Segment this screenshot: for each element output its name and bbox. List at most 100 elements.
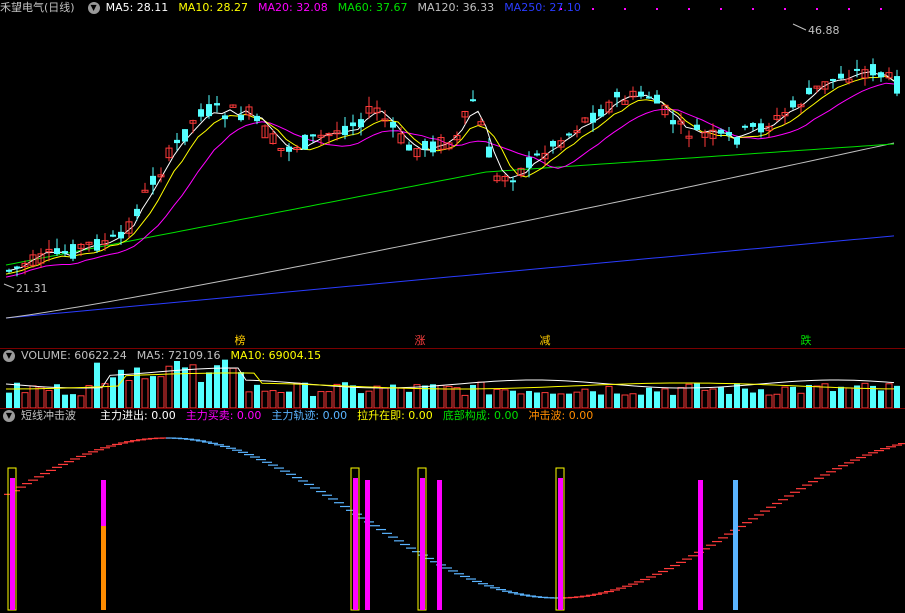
candle-body — [654, 94, 660, 104]
signal-bar — [101, 526, 106, 610]
volume-ma10-label: MA10: 69004.15 — [230, 349, 322, 362]
volume-bar — [614, 393, 620, 408]
volume-bar — [726, 393, 732, 408]
low-price-label: 21.31 — [16, 282, 48, 295]
signal-bar — [437, 480, 442, 610]
candle-body — [310, 134, 316, 137]
volume-bar — [333, 383, 341, 408]
volume-bar — [6, 392, 12, 408]
oscillator-chart-pane[interactable]: ▼ 短线冲击波 主力进出: 0.00 主力买卖: 0.00 主力轨迹: 0.00… — [0, 408, 905, 613]
volume-bar — [566, 393, 572, 408]
price-chart-pane[interactable]: 46.88 21.31 榜 涨 减 跌 禾望电气(日线) ▼ MA5: 28.11 MA1… — [0, 0, 905, 348]
candle-body — [742, 125, 748, 128]
volume-bar — [830, 391, 836, 408]
candle-body — [510, 180, 516, 183]
volume-bar — [661, 388, 669, 408]
candle-body — [566, 133, 572, 136]
volume-bar — [174, 361, 180, 408]
candle-body — [54, 248, 60, 254]
chevron-down-icon[interactable]: ▼ — [3, 410, 15, 422]
candle-body — [422, 140, 428, 150]
volume-bar — [358, 393, 364, 408]
volume-bar — [590, 391, 596, 408]
volume-chart-pane[interactable]: ▼ VOLUME: 60622.24 MA5: 72109.16 MA10: 6… — [0, 348, 905, 408]
volume-bar — [477, 381, 485, 408]
candle-body — [118, 231, 124, 239]
volume-bar — [734, 383, 740, 408]
chevron-down-icon[interactable]: ▼ — [3, 350, 15, 362]
candle-body — [430, 141, 436, 153]
candle-body — [726, 132, 732, 136]
candle-body — [614, 91, 620, 98]
volume-bar — [621, 394, 629, 408]
volume-bar — [269, 390, 277, 408]
signal-bar — [353, 478, 358, 610]
signal-marker: 减 — [540, 334, 551, 347]
volume-bar — [813, 385, 821, 408]
volume-bar — [493, 388, 501, 408]
volume-label: VOLUME: 60622.24 — [21, 349, 127, 362]
main-track-label: 主力轨迹: 0.00 — [271, 409, 348, 422]
candle-body — [758, 123, 764, 133]
volume-bar — [101, 383, 109, 408]
candle-body — [894, 76, 900, 94]
volume-bar — [638, 394, 644, 408]
volume-bar — [445, 385, 453, 408]
signal-marker: 涨 — [415, 334, 426, 347]
oscillator-legend: ▼ 短线冲击波 主力进出: 0.00 主力买卖: 0.00 主力轨迹: 0.00… — [0, 408, 597, 424]
low-price-pointer — [3, 283, 15, 289]
volume-bar — [229, 367, 237, 408]
candle-body — [790, 100, 796, 108]
grid-dot — [784, 8, 786, 10]
grid-dot — [816, 8, 818, 10]
volume-bar — [486, 394, 492, 408]
volume-bar — [293, 382, 301, 408]
candle-body — [550, 140, 556, 147]
volume-bar — [517, 393, 525, 408]
ma20-label: MA20: 32.08 — [258, 1, 328, 14]
volume-bar — [797, 392, 805, 408]
volume-bar — [557, 393, 565, 408]
signal-bar — [365, 480, 370, 610]
main-flow-label: 主力进出: 0.00 — [100, 409, 176, 422]
chevron-down-icon[interactable]: ▼ — [87, 2, 100, 14]
candle-body — [222, 115, 228, 120]
price-chart[interactable]: 46.88 21.31 榜 涨 减 跌 — [0, 0, 905, 348]
volume-bar — [742, 388, 748, 408]
volume-bar — [646, 387, 652, 408]
volume-bar — [526, 390, 532, 408]
signal-bar — [101, 480, 106, 526]
ma10-label: MA10: 28.27 — [178, 1, 249, 14]
volume-bar — [598, 394, 604, 408]
volume-bar — [206, 372, 212, 408]
volume-bar — [77, 395, 85, 408]
price-legend: 禾望电气(日线) ▼ MA5: 28.11 MA10: 28.27 MA20: … — [0, 0, 585, 16]
candle-body — [94, 239, 100, 251]
candle-body — [750, 123, 756, 127]
ma250-line — [5, 235, 895, 319]
signal-bar — [420, 478, 425, 610]
candle-body — [286, 146, 292, 152]
oscillator-chart[interactable] — [0, 408, 905, 613]
volume-ma5-label: MA5: 72109.16 — [136, 349, 221, 362]
volume-bar — [510, 390, 516, 408]
volume-bar — [310, 395, 316, 408]
candle-body — [470, 99, 476, 102]
volume-bar — [302, 382, 308, 408]
volume-legend: ▼ VOLUME: 60622.24 MA5: 72109.16 MA10: 6… — [0, 348, 325, 364]
grid-dot — [752, 8, 754, 10]
signal-marker: 跌 — [801, 333, 812, 347]
volume-bar — [581, 388, 589, 408]
volume-bar — [878, 390, 884, 408]
candle-body — [6, 269, 12, 272]
candle-body — [350, 122, 356, 127]
volume-bar — [501, 389, 509, 408]
high-price-pointer — [792, 23, 807, 31]
grid-dot — [624, 8, 626, 10]
volume-bar — [701, 389, 709, 408]
signal-bar — [698, 480, 703, 610]
volume-bar — [222, 359, 228, 408]
candle-body — [670, 120, 676, 125]
volume-bar — [286, 391, 292, 408]
volume-bar — [854, 385, 860, 408]
